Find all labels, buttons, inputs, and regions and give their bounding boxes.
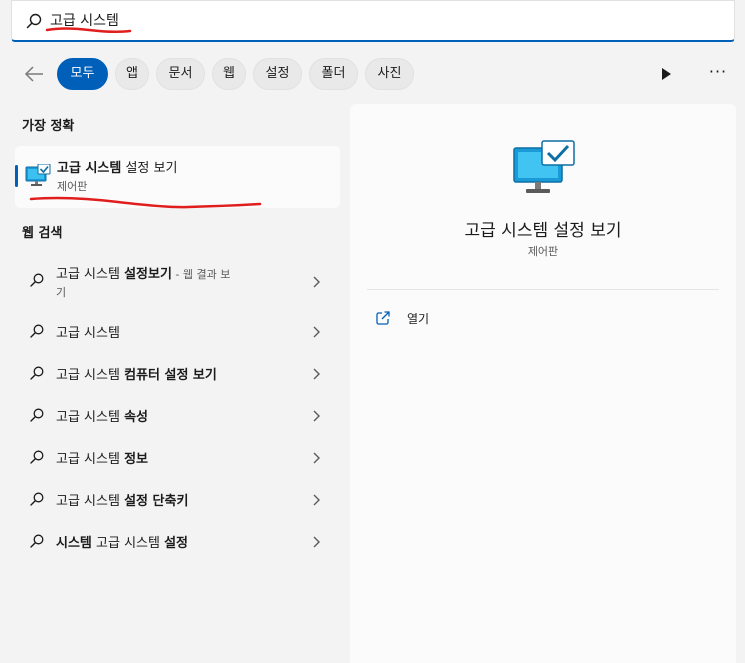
divider [367,289,719,290]
web-result-bold: 컴퓨터 설정 보기 [124,368,217,383]
web-result-text: 고급 시스템 [56,322,120,341]
web-result-item[interactable]: 고급 시스템 [15,310,340,352]
web-result-item[interactable]: 시스템 고급 시스템 설정 [15,520,340,562]
web-result-item[interactable]: 고급 시스템 정보 [15,436,340,478]
search-icon [30,534,44,548]
chevron-right-icon [313,452,320,464]
best-match-result[interactable]: 고급 시스템 설정 보기 제어판 [15,146,340,208]
web-result-prefix: 고급 시스템 [56,410,125,425]
filter-label: 사진 [377,66,402,81]
filter-label: 웹 [223,66,235,81]
web-result-suffix-2: 기 [56,286,67,299]
filter-label: 설정 [265,66,290,81]
filter-web[interactable]: 웹 [212,58,246,90]
web-result-item[interactable]: 고급 시스템 컴퓨터 설정 보기 [15,352,340,394]
web-result-bold: 설정 단축키 [124,494,189,509]
web-result-prefix: 고급 시스템 [56,267,125,282]
control-panel-monitor-icon [25,164,51,186]
web-result-prefix: 고급 시스템 [56,452,125,467]
web-result-suffix: - 웹 결과 보 [171,268,231,281]
chevron-right-icon [313,326,320,338]
filter-photos[interactable]: 사진 [365,58,414,90]
filter-apps[interactable]: 앱 [115,58,149,90]
web-result-text: 시스템 고급 시스템 설정 [56,532,188,551]
search-icon [30,492,44,506]
web-result-bold: 설정보기 [124,267,172,282]
web-result-bold: 정보 [124,452,148,467]
filter-all[interactable]: 모두 [57,58,108,90]
back-arrow-icon[interactable] [22,62,46,86]
search-icon [26,13,42,29]
web-result-text-line2: 기 [56,284,66,300]
selection-indicator [15,165,18,187]
web-result-item[interactable]: 고급 시스템 설정보기 - 웹 결과 보 기 [15,256,340,308]
web-result-text: 고급 시스템 정보 [56,448,148,467]
web-result-prefix: 고급 시스템 [56,368,125,383]
search-icon [30,273,44,287]
web-result-bold: 설정 [164,536,189,551]
chevron-right-icon [313,368,320,380]
search-input[interactable]: 고급 시스템 [50,10,119,30]
search-icon [30,366,44,380]
filter-label: 앱 [126,66,138,81]
play-icon[interactable] [658,66,674,82]
chevron-right-icon [313,276,320,288]
search-icon [30,324,44,338]
filter-label: 폴더 [321,66,346,81]
web-result-prefix: 고급 시스템 [56,326,120,341]
search-icon [30,450,44,464]
web-result-prefix: 고급 시스템 [56,494,125,509]
detail-subtitle: 제어판 [527,245,559,258]
web-result-bold-lead: 시스템 [56,536,92,551]
search-icon [30,408,44,422]
best-match-title-bold: 고급 시스템 [57,161,122,176]
filter-label: 모두 [70,66,95,81]
best-match-subtitle: 제어판 [57,180,88,193]
web-result-item[interactable]: 고급 시스템 속성 [15,394,340,436]
web-result-text: 고급 시스템 컴퓨터 설정 보기 [56,364,217,383]
search-window: 고급 시스템 모두 앱 문서 웹 설정 폴더 사진 ··· 가장 정확 고급 시 [0,0,745,663]
filter-documents[interactable]: 문서 [156,58,205,90]
web-result-text: 고급 시스템 설정 단축키 [56,490,188,509]
open-action[interactable]: 열기 [370,306,570,330]
web-result-prefix: 고급 시스템 [91,536,165,551]
filter-settings[interactable]: 설정 [253,58,302,90]
chevron-right-icon [313,494,320,506]
filter-label: 문서 [168,66,193,81]
best-match-heading: 가장 정확 [22,119,75,134]
chevron-right-icon [313,536,320,548]
chevron-right-icon [313,410,320,422]
best-match-title-rest: 설정 보기 [121,161,178,176]
web-search-heading: 웹 검색 [22,226,63,241]
more-options-icon[interactable]: ··· [708,62,728,86]
detail-pane: 고급 시스템 설정 보기 제어판 열기 [350,104,736,663]
search-box[interactable]: 고급 시스템 [11,0,735,42]
web-result-item[interactable]: 고급 시스템 설정 단축키 [15,478,340,520]
web-result-bold: 속성 [124,410,148,425]
filter-folders[interactable]: 폴더 [309,58,358,90]
control-panel-monitor-icon [513,140,575,193]
open-label: 열기 [407,312,430,326]
open-external-icon [376,311,390,325]
detail-title: 고급 시스템 설정 보기 [464,221,622,241]
best-match-title: 고급 시스템 설정 보기 [57,157,177,176]
web-result-text: 고급 시스템 속성 [56,406,148,425]
web-result-text: 고급 시스템 설정보기 - 웹 결과 보 [56,263,230,282]
